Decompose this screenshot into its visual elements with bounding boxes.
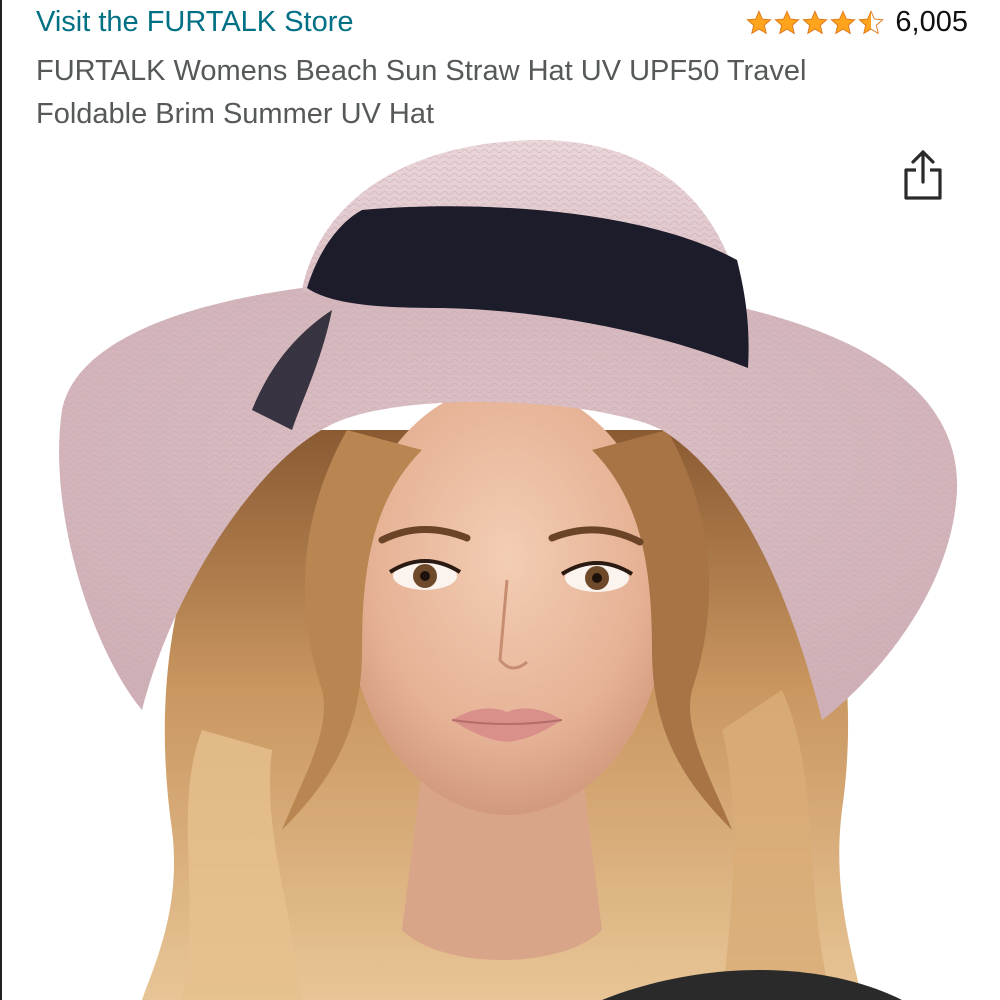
star-full-icon [774, 9, 801, 34]
star-full-icon [802, 9, 829, 34]
visit-store-link[interactable]: Visit the FURTALK Store [36, 6, 354, 39]
rating-count[interactable]: 6,005 [895, 6, 968, 39]
share-icon [904, 150, 942, 200]
share-button[interactable] [898, 146, 948, 204]
product-title: FURTALK Womens Beach Sun Straw Hat UV UP… [36, 55, 807, 130]
star-rating [745, 9, 885, 37]
product-page: Visit the FURTALK Store 6,005 FURTALK Wo… [0, 0, 1000, 1000]
star-full-icon [830, 9, 857, 34]
rating-summary[interactable]: 6,005 [745, 6, 968, 39]
star-half-icon [858, 9, 885, 34]
star-full-icon [746, 9, 773, 34]
product-image[interactable] [2, 130, 1000, 1000]
product-header: Visit the FURTALK Store 6,005 FURTALK Wo… [36, 0, 976, 140]
product-photo [59, 140, 958, 1000]
